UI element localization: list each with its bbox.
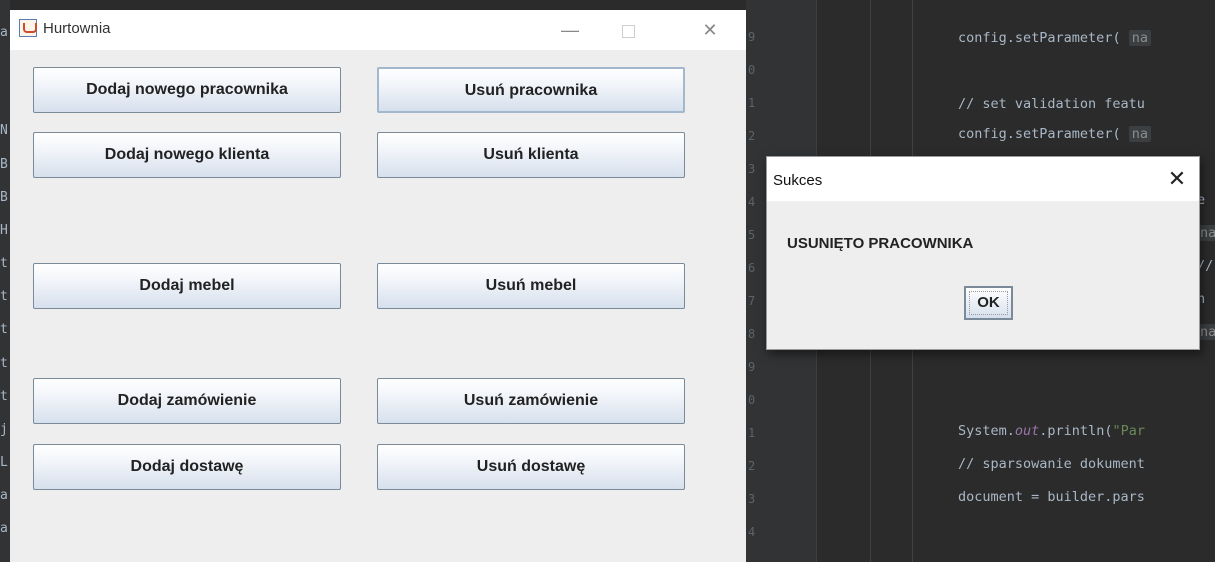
line-number: 9 (748, 360, 756, 374)
ide-left-char: t (0, 356, 8, 371)
add-furniture-button[interactable]: Dodaj mebel (33, 263, 341, 309)
ide-left-char: N (0, 123, 8, 138)
line-number: 0 (748, 63, 756, 77)
ide-left-char: H (0, 223, 8, 238)
line-number: 6 (748, 261, 756, 275)
dialog-title: Sukces (773, 172, 823, 189)
main-window-titlebar[interactable]: Hurtownia — ✕ (10, 10, 746, 50)
line-number: 3 (748, 492, 756, 506)
add-delivery-button[interactable]: Dodaj dostawę (33, 444, 341, 490)
line-number: 3 (748, 162, 756, 176)
remove-employee-button[interactable]: Usuń pracownika (377, 67, 685, 113)
main-window: Hurtownia — ✕ Dodaj nowego pracownika Us… (10, 10, 746, 562)
dialog-message: USUNIĘTO PRACOWNIKA (787, 235, 974, 252)
line-number: 2 (748, 459, 756, 473)
ide-left-char: t (0, 322, 8, 337)
success-dialog: Sukces ✕ USUNIĘTO PRACOWNIKA OK (766, 156, 1200, 350)
remove-client-button[interactable]: Usuń klienta (377, 132, 685, 178)
ide-left-pane: a N B B H t t t t t j L a a (0, 0, 10, 562)
code-comment[interactable]: // set validation featu (958, 96, 1145, 112)
line-number: 8 (748, 327, 756, 341)
window-title: Hurtownia (43, 20, 111, 37)
ide-left-char: B (0, 190, 8, 205)
line-number: 1 (748, 96, 756, 110)
line-number: 4 (748, 195, 756, 209)
remove-order-button[interactable]: Usuń zamówienie (377, 378, 685, 424)
code-line[interactable]: config.setParameter( na (958, 126, 1151, 142)
remove-furniture-button[interactable]: Usuń mebel (377, 263, 685, 309)
line-number: 5 (748, 228, 756, 242)
add-employee-button[interactable]: Dodaj nowego pracownika (33, 67, 341, 113)
ide-left-char: L (0, 455, 8, 470)
ide-left-char: t (0, 256, 8, 271)
line-number: 0 (748, 393, 756, 407)
ide-left-char: j (0, 422, 8, 437)
maximize-icon (621, 24, 635, 38)
line-number: 1 (748, 426, 756, 440)
ide-left-char: B (0, 157, 8, 172)
code-line[interactable]: config.setParameter( na (958, 30, 1151, 46)
ide-left-char: t (0, 289, 8, 304)
line-number: 9 (748, 30, 756, 44)
maximize-button[interactable] (605, 10, 651, 50)
add-order-button[interactable]: Dodaj zamówienie (33, 378, 341, 424)
code-comment[interactable]: // sparsowanie dokument (958, 456, 1145, 472)
ide-left-char: a (0, 25, 8, 40)
remove-delivery-button[interactable]: Usuń dostawę (377, 444, 685, 490)
ide-left-char: a (0, 521, 8, 536)
ide-left-char: a (0, 488, 8, 503)
line-number: 7 (748, 294, 756, 308)
code-line[interactable]: System.out.println("Par (958, 423, 1145, 439)
ide-left-char: t (0, 389, 8, 404)
line-number: 4 (748, 525, 756, 539)
add-client-button[interactable]: Dodaj nowego klienta (33, 132, 341, 178)
code-line[interactable]: document = builder.pars (958, 489, 1145, 505)
line-number: 2 (748, 129, 756, 143)
java-app-icon (19, 19, 37, 37)
ok-button[interactable]: OK (964, 286, 1013, 320)
dialog-close-button[interactable]: ✕ (1155, 157, 1199, 201)
dialog-titlebar[interactable]: Sukces ✕ (767, 157, 1199, 201)
close-button[interactable]: ✕ (687, 10, 733, 50)
minimize-button[interactable]: — (547, 10, 593, 50)
